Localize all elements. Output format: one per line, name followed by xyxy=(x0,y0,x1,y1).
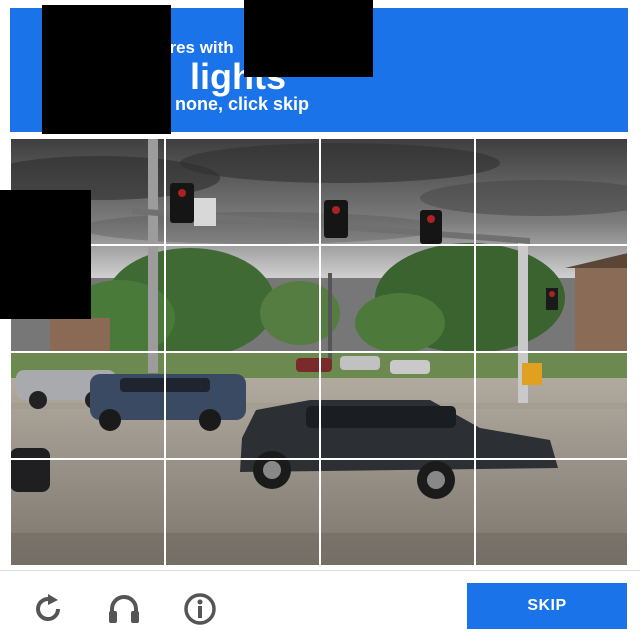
reload-button[interactable] xyxy=(28,589,68,629)
grid-tile[interactable] xyxy=(165,138,320,245)
grid-tile[interactable] xyxy=(320,138,475,245)
headphones-icon xyxy=(109,595,139,623)
grid-tile[interactable] xyxy=(475,459,628,566)
redaction-box xyxy=(244,0,373,77)
grid-tile[interactable] xyxy=(320,245,475,352)
grid-tile[interactable] xyxy=(165,459,320,566)
image-grid xyxy=(10,138,628,566)
grid-tile[interactable] xyxy=(165,245,320,352)
grid-tile[interactable] xyxy=(10,352,165,459)
skip-hint-text: none, click skip xyxy=(175,94,310,114)
info-button[interactable] xyxy=(180,589,220,629)
grid-tile[interactable] xyxy=(320,352,475,459)
skip-button[interactable]: SKIP xyxy=(467,583,627,629)
redaction-box xyxy=(42,5,171,134)
grid-tile[interactable] xyxy=(475,352,628,459)
audio-challenge-button[interactable] xyxy=(104,589,144,629)
grid-tile[interactable] xyxy=(320,459,475,566)
reload-icon xyxy=(36,594,61,622)
grid-tile[interactable] xyxy=(165,352,320,459)
info-icon xyxy=(184,593,216,625)
challenge-footer: SKIP xyxy=(0,570,640,641)
instruction-text: ares with xyxy=(160,38,234,57)
grid-tile[interactable] xyxy=(475,245,628,352)
grid-tile[interactable] xyxy=(10,459,165,566)
redaction-box xyxy=(0,190,91,319)
grid-tile[interactable] xyxy=(475,138,628,245)
